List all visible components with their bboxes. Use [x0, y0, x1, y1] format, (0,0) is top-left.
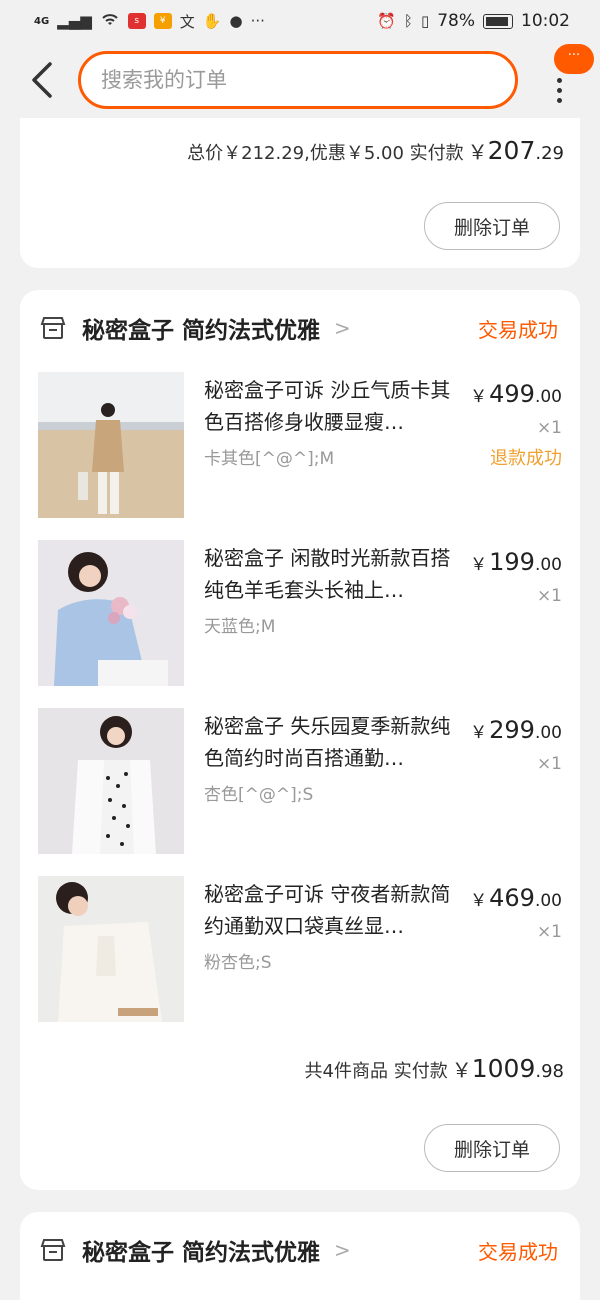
product-title: 秘密盒子可诉 沙丘气质卡其色百搭修身收腰显瘦… — [204, 378, 451, 434]
message-badge: ··· — [554, 44, 594, 74]
price-int: 499 — [489, 380, 535, 408]
more-menu-button[interactable]: ··· — [540, 44, 594, 108]
weibo-app-icon: s — [127, 13, 146, 29]
order-total: 共4件商品 实付款 ￥ 1009 .98 — [305, 1054, 564, 1083]
order-status: 交易成功 — [478, 1240, 558, 1264]
search-input[interactable] — [101, 68, 515, 92]
alarm-icon: ⏰ — [377, 12, 396, 30]
battery-percent: 78% — [437, 11, 475, 31]
header: ··· — [0, 42, 600, 118]
product-title: 秘密盒子可诉 守夜者新款简约通勤双口袋真丝显… — [204, 882, 451, 938]
delete-order-button[interactable]: 删除订单 — [424, 1124, 560, 1172]
price-int: 469 — [489, 884, 535, 912]
currency-symbol: ￥ — [467, 140, 488, 164]
product-price: ￥ 499 .00 — [470, 380, 562, 408]
product-sku: 天蓝色;M — [204, 617, 276, 637]
shop-icon — [40, 1239, 66, 1261]
shop-name[interactable]: 秘密盒子 简约法式优雅 — [82, 1233, 320, 1267]
order-item[interactable]: 秘密盒子可诉 守夜者新款简约通勤双口袋真丝显… 粉杏色;S ￥ 469 .00 … — [38, 876, 562, 1022]
paid-amount-dec: .29 — [535, 143, 564, 164]
product-image — [38, 372, 184, 518]
order-card-previous: 总价￥212.29,优惠￥5.00 实付款 ￥ 207 .29 删除订单 — [20, 118, 580, 268]
product-quantity: ×1 — [536, 922, 562, 942]
translate-icon: 文 — [179, 12, 195, 31]
refund-status: 退款成功 — [490, 448, 562, 469]
order-total-label: 总价￥212.29,优惠￥5.00 实付款 — [187, 143, 464, 164]
currency-symbol: ￥ — [470, 555, 488, 575]
back-button[interactable] — [12, 50, 72, 110]
order-item[interactable]: 秘密盒子可诉 沙丘气质卡其色百搭修身收腰显瘦… 卡其色[^@^];M ￥ 499… — [38, 372, 562, 518]
price-dec: .00 — [534, 723, 562, 743]
product-title: 秘密盒子 失乐园夏季新款纯色简约时尚百搭通勤… — [204, 714, 451, 770]
wifi-icon — [100, 11, 120, 31]
order-total-label: 共4件商品 实付款 — [304, 1061, 448, 1082]
bluetooth-icon: ᛒ — [403, 12, 413, 30]
currency-symbol: ￥ — [470, 891, 488, 911]
battery-icon — [483, 13, 513, 29]
search-box[interactable] — [78, 51, 518, 109]
status-bar: 4G ▂▄▆ s ¥ 文 ✋ ● ··· ⏰ ᛒ ▯ 78% 10:02 — [0, 0, 600, 42]
more-dots-icon — [557, 78, 562, 103]
order-item[interactable]: 秘密盒子 闲散时光新款百搭纯色羊毛套头长袖上… 天蓝色;M ￥ 199 .00 … — [38, 540, 562, 686]
product-quantity: ×1 — [536, 754, 562, 774]
price-dec: .00 — [534, 555, 562, 575]
chat-icon: ● — [229, 12, 243, 30]
paid-amount-int: 207 — [487, 136, 536, 165]
product-image — [38, 876, 184, 1022]
hand-icon: ✋ — [202, 12, 222, 30]
shop-icon — [40, 317, 66, 339]
order-card: 秘密盒子 简约法式优雅 > 交易成功 秘密盒子可诉 沙丘气质卡其色百搭修身收腰显… — [20, 290, 580, 1190]
chevron-right-icon: > — [334, 1238, 351, 1262]
price-int: 199 — [489, 548, 535, 576]
chevron-right-icon: > — [334, 316, 351, 340]
paid-amount-dec: .98 — [535, 1061, 564, 1082]
product-price: ￥ 199 .00 — [470, 548, 562, 576]
order-status: 交易成功 — [478, 318, 558, 342]
network-type: 4G — [34, 15, 50, 27]
product-sku: 卡其色[^@^];M — [204, 449, 335, 469]
product-title: 秘密盒子 闲散时光新款百搭纯色羊毛套头长袖上… — [204, 546, 451, 602]
vibrate-icon: ▯ — [420, 12, 430, 30]
status-bar-right: ⏰ ᛒ ▯ 78% 10:02 — [377, 11, 570, 31]
paid-amount-int: 1009 — [471, 1054, 536, 1083]
taobao-app-icon: ¥ — [153, 13, 172, 29]
status-bar-left: 4G ▂▄▆ s ¥ 文 ✋ ● ··· — [34, 11, 265, 32]
currency-symbol: ￥ — [470, 387, 488, 407]
order-card-next: 秘密盒子 简约法式优雅 > 交易成功 — [20, 1212, 580, 1300]
product-image — [38, 708, 184, 854]
signal-icon: ▂▄▆ — [57, 12, 92, 30]
more-notifications-icon: ··· — [250, 12, 265, 30]
product-price: ￥ 469 .00 — [470, 884, 562, 912]
price-dec: .00 — [534, 387, 562, 407]
product-sku: 粉杏色;S — [204, 953, 272, 973]
currency-symbol: ￥ — [470, 723, 488, 743]
shop-name[interactable]: 秘密盒子 简约法式优雅 — [82, 311, 320, 345]
product-price: ￥ 299 .00 — [470, 716, 562, 744]
currency-symbol: ￥ — [451, 1058, 472, 1082]
product-quantity: ×1 — [536, 586, 562, 606]
clock: 10:02 — [521, 11, 570, 31]
order-item[interactable]: 秘密盒子 失乐园夏季新款纯色简约时尚百搭通勤… 杏色[^@^];S ￥ 299 … — [38, 708, 562, 854]
product-quantity: ×1 — [536, 418, 562, 438]
delete-order-button[interactable]: 删除订单 — [424, 202, 560, 250]
order-total: 总价￥212.29,优惠￥5.00 实付款 ￥ 207 .29 — [187, 136, 564, 165]
product-sku: 杏色[^@^];S — [204, 785, 314, 805]
chevron-left-icon — [32, 62, 52, 98]
price-int: 299 — [489, 716, 535, 744]
product-image — [38, 540, 184, 686]
price-dec: .00 — [534, 891, 562, 911]
